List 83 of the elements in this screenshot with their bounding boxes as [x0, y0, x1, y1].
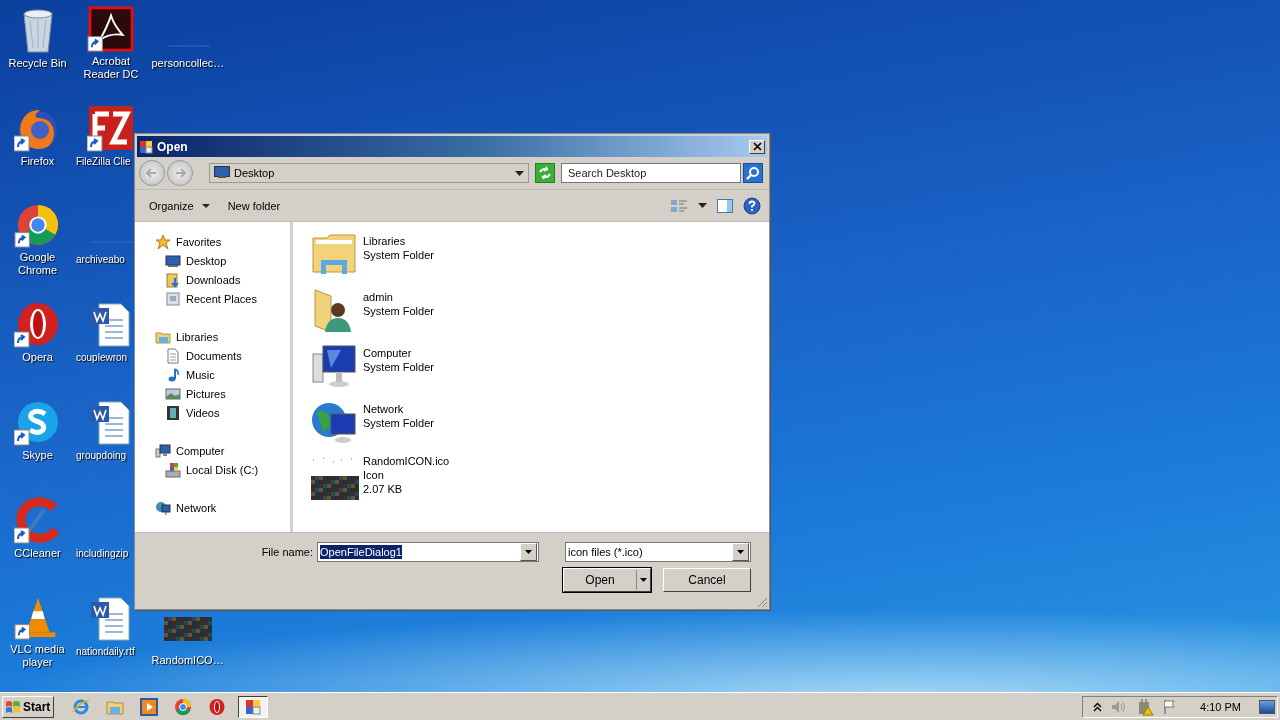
cancel-button[interactable]: Cancel — [663, 568, 751, 592]
pictures-icon — [165, 385, 181, 402]
nav-item[interactable]: Favorites — [135, 232, 290, 251]
desktop-icon-label[interactable]: personcollec… — [151, 57, 224, 70]
chevron-icon[interactable] — [1093, 701, 1103, 712]
recent-places-icon — [165, 290, 181, 307]
dropdown-icon[interactable] — [698, 203, 707, 208]
file-item[interactable]: admin System Folder — [311, 286, 769, 334]
desktop-icon-label[interactable]: Acrobat Reader DC — [75, 55, 147, 81]
desktop-icon-label[interactable]: Skype — [1, 449, 74, 462]
monitor-icon — [165, 252, 181, 269]
nav-item[interactable]: Music — [135, 365, 290, 384]
new-folder-button[interactable]: New folder — [221, 196, 287, 215]
caret-icon — [201, 203, 210, 208]
film-icon — [165, 404, 181, 421]
caret-icon — [525, 550, 532, 554]
caret-icon — [737, 550, 744, 554]
browser-icon — [72, 697, 90, 716]
file-type-dropdown[interactable]: icon files (*.ico) — [565, 542, 751, 562]
help-icon[interactable] — [743, 196, 761, 215]
computer-icon — [311, 342, 359, 390]
file-item[interactable]: RandomICON.ico Icon 2.07 KB — [311, 454, 769, 502]
nav-item[interactable]: Recent Places — [135, 289, 290, 308]
desktop-icon-label[interactable]: FileZilla Clie — [76, 155, 131, 168]
monitor-icon — [214, 166, 230, 178]
file-name-field[interactable]: OpenFileDialog1 — [317, 542, 539, 562]
desktop-icon-label[interactable]: VLC media player — [1, 643, 74, 669]
desktop-icon-label[interactable]: Opera — [1, 351, 74, 364]
downloads-folder-icon — [165, 271, 181, 288]
acrobat-icon[interactable] — [87, 6, 135, 52]
image-thumbnail — [311, 454, 359, 502]
refresh-button[interactable] — [535, 163, 555, 183]
nav-item[interactable]: Videos — [135, 403, 290, 422]
desktop-icon-label[interactable]: Google Chrome — [1, 251, 74, 277]
nav-item[interactable]: Desktop — [135, 251, 290, 270]
app-icon — [244, 697, 262, 716]
file-item[interactable]: Libraries System Folder — [311, 230, 769, 278]
nav-item[interactable]: Pictures — [135, 384, 290, 403]
desktop-icon-label[interactable]: archiveabo — [76, 253, 125, 266]
clock[interactable]: 4:10 PM — [1200, 700, 1241, 713]
organize-menu[interactable]: Organize — [143, 196, 216, 215]
nav-item[interactable]: Documents — [135, 346, 290, 365]
search-field[interactable]: Search Desktop — [561, 163, 741, 183]
local-disk-icon — [165, 461, 181, 478]
star-icon — [155, 233, 171, 250]
chrome-icon — [174, 697, 192, 716]
desktop-icon-label[interactable]: Recycle Bin — [1, 57, 74, 70]
desktop-icon-label[interactable]: includingzip — [76, 547, 129, 560]
nav-item[interactable]: Downloads — [135, 270, 290, 289]
file-name-label: File name: — [261, 546, 313, 558]
caret-icon — [640, 578, 647, 582]
taskbar-window-button[interactable] — [238, 695, 268, 718]
desktop-icon-label[interactable]: groupdoing — [76, 449, 127, 462]
document-icon — [165, 347, 181, 364]
windows-logo-icon — [5, 699, 21, 714]
filezilla-icon[interactable] — [87, 104, 135, 152]
dropdown-icon — [515, 170, 524, 176]
preview-pane-icon[interactable] — [717, 198, 733, 213]
desktop-icon-label[interactable]: CCleaner — [1, 547, 74, 560]
nav-item[interactable]: Computer — [135, 441, 290, 460]
address-bar[interactable]: Desktop — [209, 163, 529, 183]
media-player-icon — [140, 697, 158, 716]
nav-item[interactable]: Local Disk (C:) — [135, 460, 290, 479]
file-item[interactable]: Computer System Folder — [311, 342, 769, 390]
show-desktop-button[interactable] — [1259, 699, 1275, 714]
file-item[interactable]: Network System Folder — [311, 398, 769, 446]
open-button[interactable]: Open — [563, 568, 651, 592]
nav-item[interactable]: Libraries — [135, 327, 290, 346]
network-icon — [155, 499, 171, 516]
search-button[interactable] — [743, 163, 763, 183]
desktop-icon-label[interactable]: Firefox — [1, 155, 74, 168]
resize-grip-icon[interactable] — [757, 597, 768, 608]
app-icon — [139, 139, 153, 154]
ccleaner-icon[interactable] — [13, 496, 62, 544]
desktop-icon-label[interactable]: couplewron — [76, 351, 128, 364]
window-title: Open — [157, 139, 189, 154]
close-button[interactable] — [749, 139, 765, 154]
desktop-icon-label[interactable]: nationdaily.rtf — [76, 645, 135, 658]
start-button[interactable]: Start — [2, 695, 54, 718]
nav-item[interactable]: Network — [135, 498, 290, 517]
computer-icon — [155, 442, 171, 459]
desktop-icon-label[interactable]: RandomICO… — [151, 654, 224, 667]
opera-icon — [208, 697, 226, 716]
